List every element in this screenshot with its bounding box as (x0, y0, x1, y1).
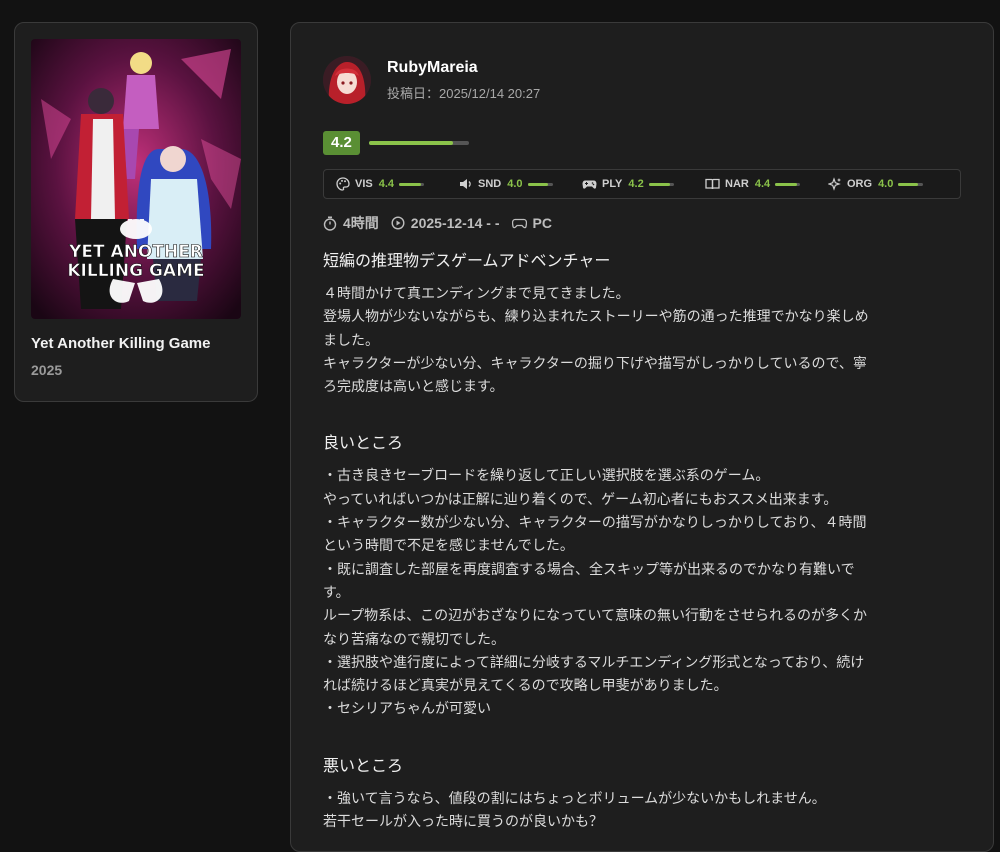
score-bar-fill (368, 141, 453, 145)
metric-bar (399, 182, 425, 186)
good-points-heading: 良いところ (323, 433, 404, 453)
playtime-value: 4時間 (343, 215, 379, 231)
book-icon (705, 178, 720, 190)
metric-bar (527, 182, 553, 186)
gamepad-icon (582, 180, 597, 189)
palette-icon (336, 177, 350, 191)
metric-org: ORG 4.0 (828, 177, 951, 191)
text-line: ・セシリアちゃんが可愛い (323, 701, 491, 718)
metric-value: 4.0 (878, 178, 894, 190)
overall-score: 4.2 (323, 131, 961, 155)
posted-date: 投稿日：2025/12/14 20:27 (387, 85, 541, 101)
metric-value: 4.0 (507, 178, 523, 190)
text-line: という時間で不足を感じませんでした。 (323, 538, 574, 555)
metric-ply: PLY 4.2 (582, 177, 705, 191)
game-cover-image[interactable]: YET ANOTHER KILLING GAME (31, 39, 241, 319)
platform-value: PC (532, 215, 552, 231)
metric-value: 4.4 (378, 178, 395, 190)
text-line: ・古き良きセーブロードを繰り返して正しい選択肢を選ぶ系のゲーム。 (323, 468, 770, 485)
text-line: ・キャラクター数が少ない分、キャラクターの描写がかなりしっかりしており、４時間 (323, 515, 867, 532)
play-date-value: 2025-12-14 - - (410, 215, 500, 231)
score-bar (368, 141, 469, 145)
text-line: やっていればいつかは正解に辿り着くので、ゲーム初心者にもおススメ出来ます。 (323, 491, 838, 508)
text-line: ループ物系は、この辺がおざなりになっていて意味の無い行動をさせられるのが多くか (323, 608, 868, 625)
play-info: 4時間 2025-12-14 - - PC (323, 213, 961, 233)
metric-label: SND (478, 178, 502, 190)
metric-bar (775, 182, 801, 186)
text-line: ・強いて言うなら、値段の割にはちょっとボリュームが少ないかもしれません。 (323, 790, 826, 807)
text-line: ４時間かけて真エンディングまで見てきました。 (323, 286, 630, 302)
platform: PC (511, 215, 552, 231)
review-intro: ４時間かけて真エンディングまで見てきました。 登場人物が少ないながらも、練り込ま… (323, 283, 961, 399)
cover-logo-line2: KILLING GAME (67, 261, 204, 281)
metric-bar-fill (399, 182, 422, 186)
author-block: RubyMareia 投稿日：2025/12/14 20:27 (323, 55, 961, 105)
metric-label: VIS (355, 178, 373, 190)
author-name[interactable]: RubyMareia (387, 59, 540, 77)
stopwatch-icon (323, 216, 337, 231)
game-year: 2025 (31, 362, 63, 378)
metric-value: 4.4 (754, 178, 771, 190)
text-line: 登場人物が少ないながらも、練り込まれたストーリーや筋の通った推理でかなり楽しめ (323, 309, 869, 326)
good-points: ・古き良きセーブロードを繰り返して正しい選択肢を選ぶ系のゲーム。 やっていればい… (323, 465, 961, 721)
bad-points-heading: 悪いところ (323, 755, 404, 775)
metric-bar-fill (527, 182, 548, 186)
score-badge: 4.2 (323, 131, 360, 155)
metric-value: 4.2 (628, 178, 644, 190)
gamepad-icon (511, 218, 527, 229)
metric-bar (648, 182, 674, 186)
review-headline: 短編の推理物デスゲームアドベンチャー (323, 251, 611, 270)
metric-vis: VIS 4.4 (336, 177, 459, 191)
text-line: ・選択肢や進行度によって詳細に分岐するマルチエンディング形式となっており、続け (323, 654, 865, 671)
metric-bar (898, 182, 924, 186)
metric-label: PLY (602, 178, 623, 190)
bad-points: ・強いて言うなら、値段の割にはちょっとボリュームが少ないかもしれません。 若干セ… (323, 788, 961, 835)
text-line: す。 (323, 584, 350, 601)
metric-bar-fill (648, 182, 670, 186)
text-line: ・既に調査した部屋を再度調査する場合、全スキップ等が出来るのでかなり有難いで (323, 561, 855, 578)
game-card[interactable]: YET ANOTHER KILLING GAME Yet Another Kil… (14, 22, 258, 402)
text-line: 若干セールが入った時に買うのが良いかも？ (323, 814, 603, 831)
metric-snd: SND 4.0 (459, 177, 582, 191)
sparkle-icon (828, 177, 841, 191)
playtime: 4時間 (323, 213, 379, 233)
metric-label: ORG (847, 178, 873, 190)
play-circle-icon (391, 216, 405, 230)
metric-bar-fill (898, 182, 919, 186)
text-line: れば続けるほど真実が見えてくるので攻略し甲斐がありました。 (323, 678, 728, 695)
speaker-icon (460, 179, 471, 189)
metric-bar-fill (775, 182, 798, 186)
sub-scores: VIS 4.4 SND 4.0 PLY 4.2 NAR 4.4 ORG 4.0 (323, 169, 961, 199)
metric-nar: NAR 4.4 (705, 177, 828, 191)
game-title[interactable]: Yet Another Killing Game (31, 335, 241, 352)
text-line: キャラクターが少ない分、キャラクターの掘り下げや描写がしっかりしているので、寧 (323, 355, 867, 372)
play-date: 2025-12-14 - - (391, 215, 500, 231)
text-line: ました。 (323, 332, 379, 349)
text-line: なり苦痛なので親切でした。 (323, 631, 505, 648)
metric-label: NAR (725, 178, 749, 190)
review-panel: RubyMareia 投稿日：2025/12/14 20:27 4.2 VIS … (290, 22, 994, 852)
avatar[interactable] (323, 56, 371, 104)
cover-logo-line1: YET ANOTHER (68, 242, 203, 262)
text-line: ろ完成度は高いと感じます。 (323, 379, 504, 396)
